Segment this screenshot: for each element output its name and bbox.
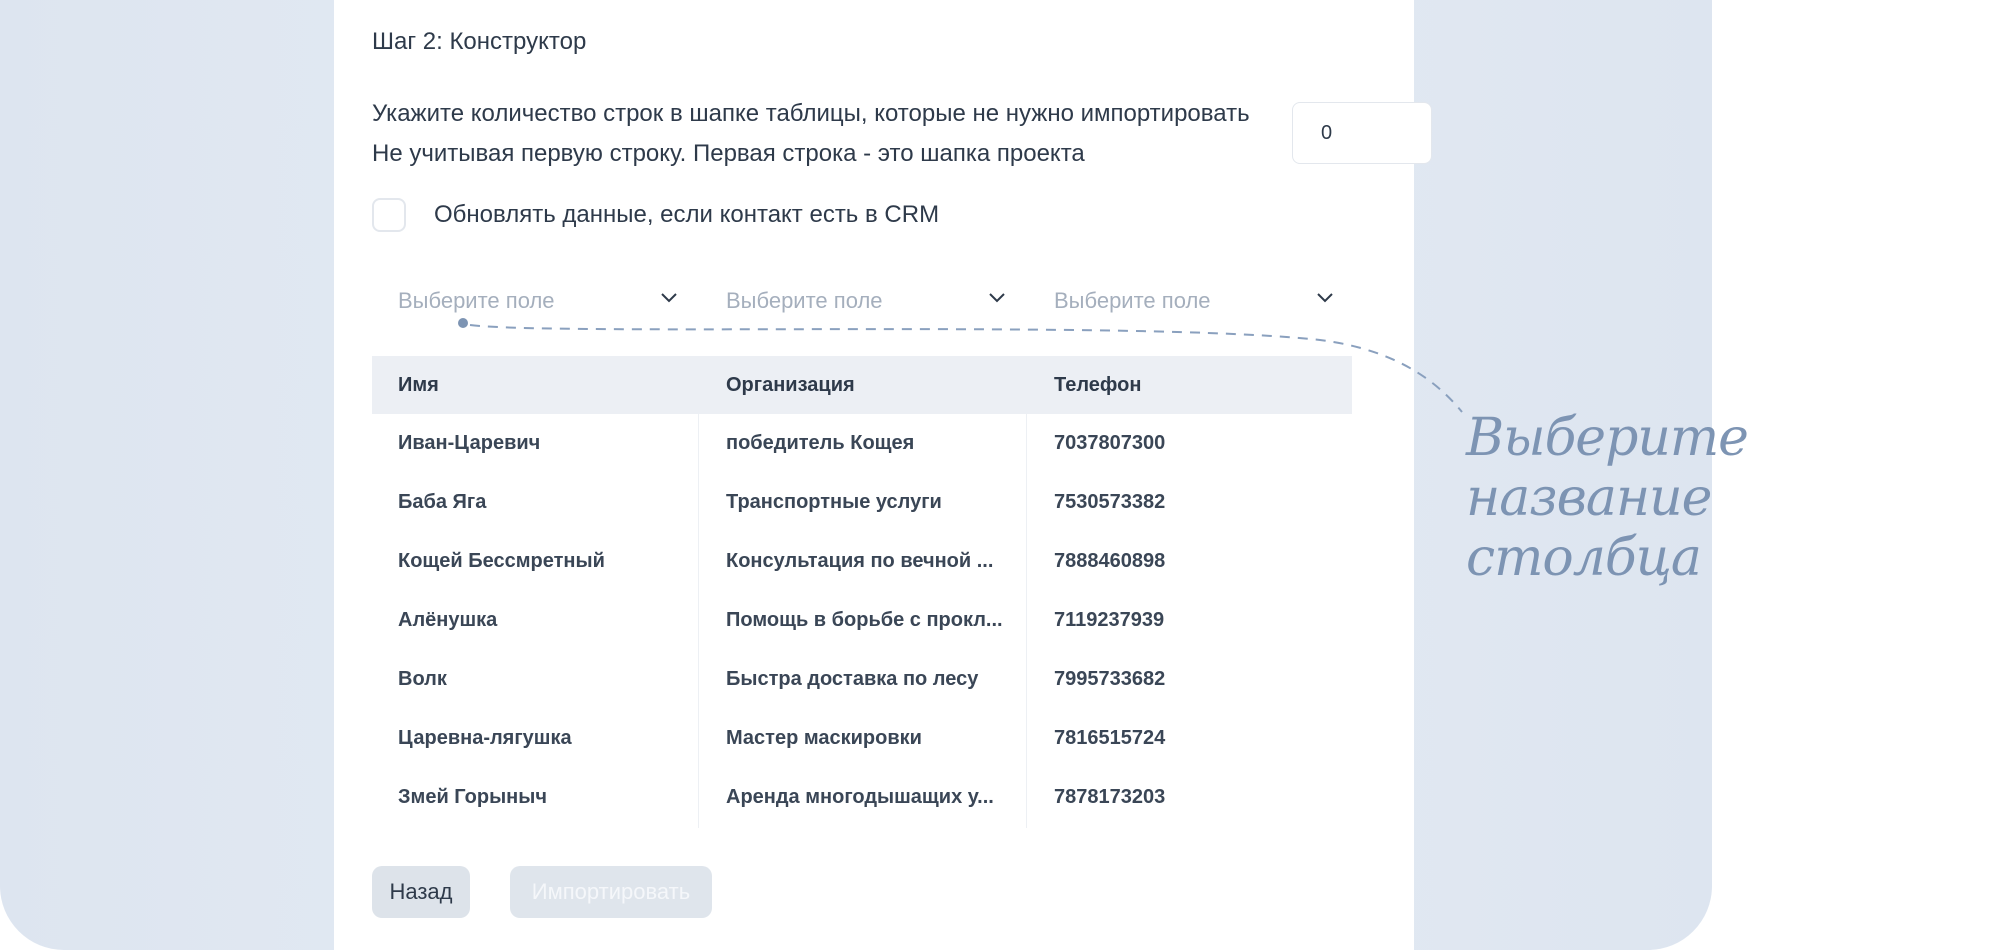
field-select-placeholder: Выберите поле bbox=[398, 288, 555, 313]
preview-table: Имя Организация Телефон Иван-Царевич поб… bbox=[372, 356, 1352, 827]
table-header-cell: Телефон bbox=[1054, 374, 1142, 396]
table-row: Змей Горыныч Аренда многодышащих у... 78… bbox=[372, 768, 1352, 827]
field-select-2[interactable]: Выберите поле bbox=[700, 280, 1005, 320]
table-row: Баба Яга Транспортные услуги 7530573382 bbox=[372, 473, 1352, 532]
update-data-label: Обновлять данные, если контакт есть в CR… bbox=[434, 201, 940, 228]
table-cell: Алёнушка bbox=[398, 609, 498, 631]
table-cell: Помощь в борьбе с прокл... bbox=[726, 609, 1003, 631]
table-cell: 7878173203 bbox=[1054, 786, 1166, 808]
table-cell: Транспортные услуги bbox=[726, 491, 942, 513]
field-select-placeholder: Выберите поле bbox=[726, 288, 883, 313]
table-cell: Консультация по вечной ... bbox=[726, 550, 994, 572]
chevron-down-icon bbox=[661, 293, 677, 303]
table-cell: Иван-Царевич bbox=[398, 432, 541, 454]
table-cell: Баба Яга bbox=[398, 491, 487, 513]
table-cell: Волк bbox=[398, 668, 447, 690]
field-select-3[interactable]: Выберите поле bbox=[1028, 280, 1333, 320]
field-select-placeholder: Выберите поле bbox=[1054, 288, 1211, 313]
table-cell: 7530573382 bbox=[1054, 491, 1166, 513]
hint-line-2: столбца bbox=[1466, 528, 1702, 588]
table-cell: победитель Кощея bbox=[726, 432, 915, 454]
step-title: Шаг 2: Конструктор bbox=[372, 28, 587, 55]
table-cell: Змей Горыныч bbox=[398, 786, 547, 808]
table-row: Алёнушка Помощь в борьбе с прокл... 7119… bbox=[372, 591, 1352, 650]
chevron-down-icon bbox=[989, 293, 1005, 303]
instruction-line-2: Не учитывая первую строку. Первая строка… bbox=[372, 140, 1085, 167]
update-data-checkbox[interactable] bbox=[372, 198, 406, 232]
instruction-line-1: Укажите количество строк в шапке таблицы… bbox=[372, 100, 1250, 127]
table-cell: Быстра доставка по лесу bbox=[726, 668, 979, 690]
table-cell: Аренда многодышащих у... bbox=[726, 786, 994, 808]
import-button[interactable]: Импортировать bbox=[510, 866, 712, 918]
table-cell: Кощей Бессмретный bbox=[398, 550, 605, 572]
skip-rows-input[interactable] bbox=[1292, 102, 1432, 164]
table-cell: 7037807300 bbox=[1054, 432, 1166, 454]
table-row: Царевна-лягушка Мастер маскировки 781651… bbox=[372, 709, 1352, 768]
chevron-down-icon bbox=[1317, 293, 1333, 303]
back-button[interactable]: Назад bbox=[372, 866, 470, 918]
table-row: Волк Быстра доставка по лесу 7995733682 bbox=[372, 650, 1352, 709]
background-stage: Шаг 2: Конструктор Укажите количество ст… bbox=[0, 0, 1712, 950]
table-cell: 7995733682 bbox=[1054, 668, 1166, 690]
column-hint-annotation: Выберите название столбца bbox=[1466, 408, 2000, 588]
table-cell: Мастер маскировки bbox=[726, 727, 922, 749]
field-select-1[interactable]: Выберите поле bbox=[372, 280, 677, 320]
table-cell: 7119237939 bbox=[1054, 609, 1165, 631]
table-header-cell: Организация bbox=[726, 374, 855, 396]
table-cell: 7888460898 bbox=[1054, 550, 1166, 572]
table-cell: 7816515724 bbox=[1054, 727, 1166, 749]
table-row: Иван-Царевич победитель Кощея 7037807300 bbox=[372, 414, 1352, 473]
table-header-cell: Имя bbox=[398, 374, 439, 396]
table-row: Кощей Бессмретный Консультация по вечной… bbox=[372, 532, 1352, 591]
import-panel: Шаг 2: Конструктор Укажите количество ст… bbox=[334, 0, 1432, 950]
table-cell: Царевна-лягушка bbox=[398, 727, 572, 749]
hint-line-1: Выберите название bbox=[1466, 408, 1749, 528]
table-header-row: Имя Организация Телефон bbox=[372, 356, 1352, 414]
